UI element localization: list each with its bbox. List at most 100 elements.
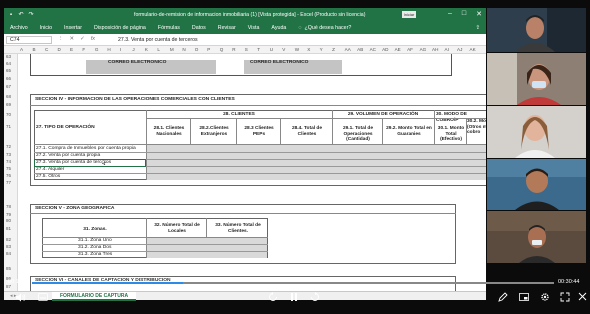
column-header[interactable]: O [195, 47, 199, 52]
column-header[interactable]: AF [407, 47, 413, 52]
zona-uno[interactable]: 31.1. Zona Uno [78, 238, 112, 244]
op-compra[interactable]: 27.1. Compra de Inmuebles por cuenta pro… [36, 146, 136, 152]
window-close-icon[interactable]: ✕ [476, 10, 482, 18]
pen-icon[interactable] [498, 292, 508, 304]
share-icon[interactable]: ⇪ [476, 25, 486, 31]
row-header[interactable]: 68 [6, 94, 11, 99]
tab-inicio[interactable]: Inicio [34, 25, 58, 31]
op-venta-propia[interactable]: 27.2. Venta por cuenta propia [36, 153, 100, 159]
forward-10-icon[interactable] [310, 292, 320, 304]
row-header[interactable]: 78 [6, 204, 11, 209]
row-header[interactable]: 75 [6, 166, 11, 171]
column-header[interactable]: AA [345, 47, 351, 52]
row-header[interactable]: 81 [6, 226, 11, 231]
subtitles-icon[interactable] [38, 293, 48, 303]
tab-disposicion[interactable]: Disposición de página [88, 25, 152, 31]
column-header[interactable]: A [20, 47, 23, 52]
column-header[interactable]: H [107, 47, 110, 52]
column-header[interactable]: J [132, 47, 134, 52]
column-header[interactable]: S [245, 47, 248, 52]
fx-icon[interactable]: fx [91, 36, 95, 42]
column-header[interactable]: AD [382, 47, 388, 52]
row-header[interactable]: 83 [6, 244, 11, 249]
column-header[interactable]: N [182, 47, 185, 52]
tab-insertar[interactable]: Insertar [58, 25, 88, 31]
column-header[interactable]: U [270, 47, 273, 52]
row-header[interactable]: 65 [6, 68, 11, 73]
minimize-icon[interactable]: – [448, 10, 452, 18]
column-header[interactable]: AC [370, 47, 376, 52]
zona-tres[interactable]: 31.3. Zona Tres [78, 252, 112, 258]
column-header[interactable]: B [32, 47, 35, 52]
row-header[interactable]: 66 [6, 76, 11, 81]
row-header[interactable]: 70 [6, 112, 11, 117]
enter-icon[interactable]: ✓ [80, 36, 85, 42]
row-header[interactable]: 64 [6, 61, 11, 66]
row-header[interactable]: 84 [6, 251, 11, 256]
maximize-icon[interactable]: □ [462, 10, 466, 18]
column-header[interactable]: G [95, 47, 99, 52]
column-header[interactable]: R [232, 47, 235, 52]
tell-me-search[interactable]: ◌ ¿Qué desea hacer? [292, 25, 351, 31]
close-icon[interactable] [578, 292, 587, 303]
row-header[interactable]: 67 [6, 84, 11, 89]
tab-vista[interactable]: Vista [242, 25, 266, 31]
fullscreen-icon[interactable] [560, 292, 570, 304]
column-header[interactable]: K [145, 47, 148, 52]
column-header[interactable]: F [82, 47, 85, 52]
column-header[interactable]: AK [470, 47, 476, 52]
row-header[interactable]: 72 [6, 144, 11, 149]
row-header[interactable]: 79 [6, 212, 11, 217]
column-header[interactable]: AI [445, 47, 449, 52]
tab-revisar[interactable]: Revisar [212, 25, 242, 31]
formula-input[interactable]: 27.3. Venta por cuenta de terceros [118, 36, 198, 44]
column-header[interactable]: T [257, 47, 260, 52]
row-header[interactable]: 71 [6, 124, 11, 129]
picture-in-picture-icon[interactable] [519, 293, 529, 303]
row-header[interactable]: 80 [6, 218, 11, 223]
row-header[interactable]: 77 [6, 180, 11, 185]
gear-icon[interactable] [540, 292, 550, 304]
row-header[interactable]: 63 [6, 54, 11, 59]
tab-archivo[interactable]: Archivo [4, 25, 34, 31]
signin-button[interactable]: Iniciar [402, 11, 416, 18]
save-icon[interactable]: ▪ [8, 12, 14, 18]
pause-icon[interactable] [290, 292, 298, 304]
name-box[interactable]: C74 [6, 36, 52, 44]
undo-icon[interactable]: ↶ [18, 12, 24, 18]
column-header[interactable]: L [157, 47, 160, 52]
more-icon[interactable]: ⋮ [58, 36, 64, 42]
column-header[interactable]: AJ [457, 47, 462, 52]
row-header[interactable]: 69 [6, 102, 11, 107]
column-header[interactable]: E [70, 47, 73, 52]
tab-datos[interactable]: Datos [186, 25, 212, 31]
cancel-icon[interactable]: ✕ [70, 36, 75, 42]
row-header[interactable]: 82 [6, 237, 11, 242]
row-header[interactable]: 74 [6, 159, 11, 164]
progress-bar[interactable] [32, 282, 554, 284]
column-header[interactable]: Y [320, 47, 323, 52]
column-header[interactable]: AG [420, 47, 427, 52]
column-header[interactable]: Z [332, 47, 335, 52]
tab-ayuda[interactable]: Ayuda [265, 25, 292, 31]
row-header[interactable]: 73 [6, 152, 11, 157]
volume-icon[interactable] [16, 293, 26, 304]
column-header[interactable]: M [170, 47, 174, 52]
redo-icon[interactable]: ↷ [28, 12, 34, 18]
zona-dos[interactable]: 31.2. Zona Dos [78, 245, 111, 251]
op-alquiler[interactable]: 27.4. Alquiler [36, 167, 64, 173]
column-header[interactable]: C [45, 47, 48, 52]
column-header[interactable]: AE [395, 47, 401, 52]
column-header[interactable]: X [307, 47, 310, 52]
row-header[interactable]: 76 [6, 173, 11, 178]
rewind-10-icon[interactable] [268, 292, 278, 304]
tab-formulas[interactable]: Fórmulas [152, 25, 186, 31]
column-header[interactable]: P [207, 47, 210, 52]
column-header[interactable]: W [295, 47, 299, 52]
column-header[interactable]: AB [357, 47, 363, 52]
column-header[interactable]: D [57, 47, 60, 52]
column-header[interactable]: I [120, 47, 121, 52]
column-header[interactable]: AH [432, 47, 438, 52]
op-otros[interactable]: 27.5. Otros [36, 174, 60, 180]
column-header[interactable]: Q [220, 47, 224, 52]
